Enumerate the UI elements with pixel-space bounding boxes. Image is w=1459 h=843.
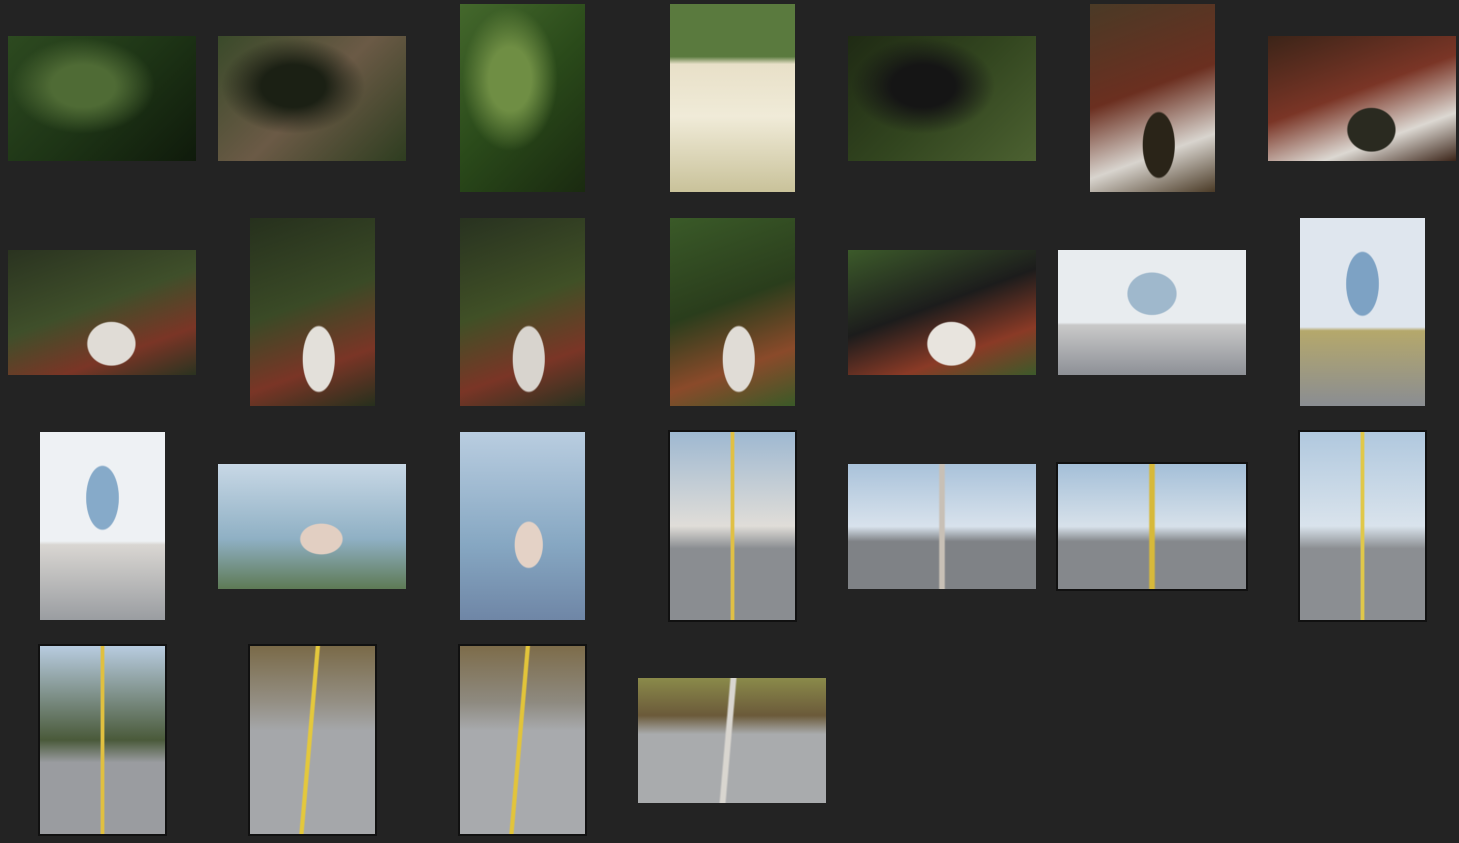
photo-thumbnail[interactable] [1056,461,1248,591]
photo-thumbnail[interactable] [249,218,375,406]
thumbnail-cell[interactable] [0,633,207,843]
thumbnail-cell[interactable] [1257,205,1459,419]
thumbnail-cell[interactable] [417,419,627,633]
photo-thumbnail[interactable] [667,430,797,622]
thumbnail-cell[interactable] [1047,205,1257,419]
thumbnail-cell[interactable] [1047,0,1257,205]
photo-thumbnail[interactable] [459,4,585,192]
photo-thumbnail[interactable] [848,35,1036,161]
photo-thumbnail[interactable] [247,644,377,836]
thumbnail-cell[interactable] [837,419,1047,633]
thumbnail-cell[interactable] [1257,0,1459,205]
photo-thumbnail[interactable] [669,218,795,406]
thumbnail-cell[interactable] [207,633,417,843]
thumbnail-cell[interactable] [837,0,1047,205]
photo-thumbnail[interactable] [457,644,587,836]
photo-thumbnail[interactable] [459,218,585,406]
photo-grid [0,0,1459,843]
photo-thumbnail[interactable] [218,463,406,589]
thumbnail-cell[interactable] [0,0,207,205]
photo-thumbnail[interactable] [1058,249,1246,375]
thumbnail-cell[interactable] [0,419,207,633]
thumbnail-cell[interactable] [417,633,627,843]
photo-thumbnail[interactable] [218,35,406,161]
photo-thumbnail[interactable] [638,677,826,803]
photo-thumbnail[interactable] [8,249,196,375]
thumbnail-cell[interactable] [417,0,627,205]
photo-thumbnail[interactable] [1268,35,1456,161]
thumbnail-cell[interactable] [627,633,837,843]
photo-thumbnail[interactable] [848,249,1036,375]
thumbnail-cell[interactable] [207,205,417,419]
thumbnail-cell[interactable] [0,205,207,419]
thumbnail-cell[interactable] [1257,419,1459,633]
photo-thumbnail[interactable] [459,432,585,620]
thumbnail-cell[interactable] [837,205,1047,419]
thumbnail-cell[interactable] [417,205,627,419]
photo-thumbnail[interactable] [1297,430,1427,622]
photo-thumbnail[interactable] [37,644,167,836]
photo-thumbnail[interactable] [1089,4,1215,192]
photo-thumbnail[interactable] [8,35,196,161]
photo-thumbnail[interactable] [1299,218,1425,406]
thumbnail-cell[interactable] [1047,419,1257,633]
thumbnail-cell[interactable] [627,0,837,205]
thumbnail-cell[interactable] [207,0,417,205]
thumbnail-cell[interactable] [207,419,417,633]
photo-thumbnail[interactable] [669,4,795,192]
photo-thumbnail[interactable] [39,432,165,620]
thumbnail-cell[interactable] [627,419,837,633]
thumbnail-cell[interactable] [627,205,837,419]
photo-thumbnail[interactable] [848,463,1036,589]
